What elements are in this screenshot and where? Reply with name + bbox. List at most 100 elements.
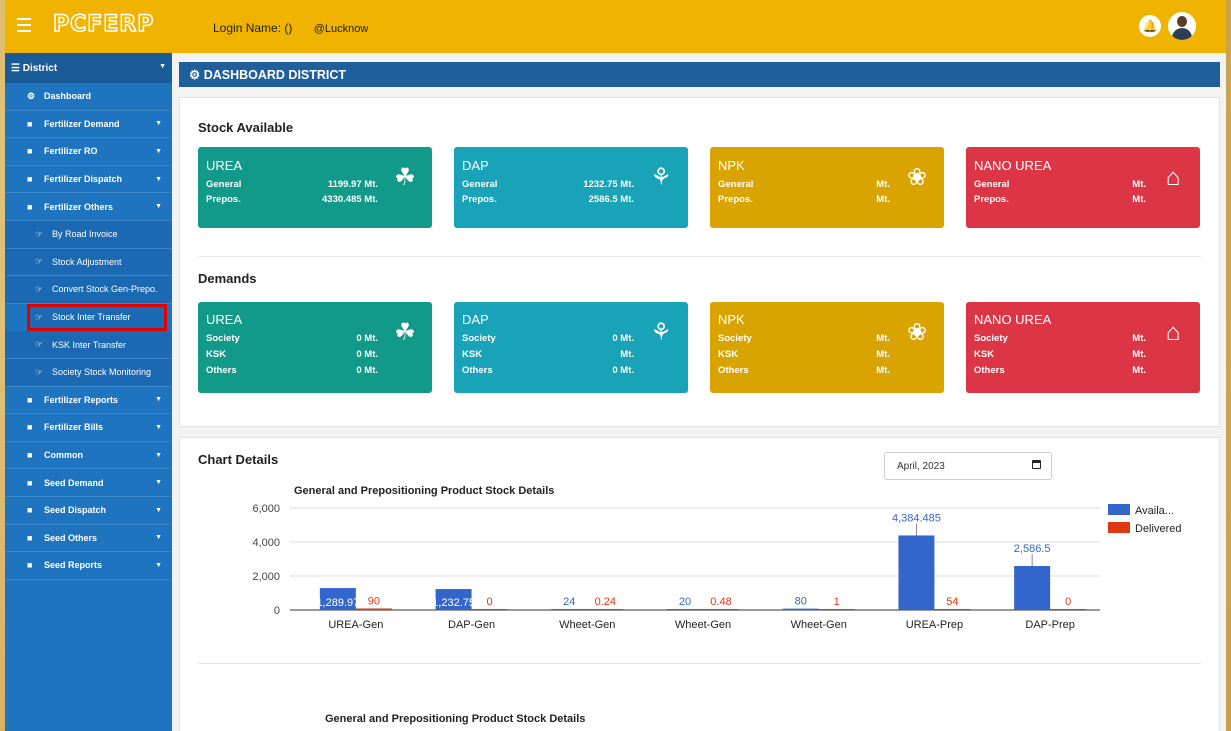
- app-logo[interactable]: PCFERP: [52, 11, 154, 38]
- menu-toggle-icon[interactable]: [17, 18, 31, 32]
- sidebar-item-seed-dispatch[interactable]: ■ Seed Dispatch ▼: [5, 497, 172, 525]
- card-row: Prepos. 2586.5 Mt.: [462, 192, 634, 207]
- silo-icon: ⌂: [1165, 319, 1181, 346]
- login-name: Login Name: (): [213, 21, 293, 35]
- card-row-label: Prepos.: [206, 194, 241, 205]
- card-row-label: Prepos.: [462, 194, 497, 205]
- data-label-available: 80: [795, 596, 807, 608]
- card-row-label: Others: [462, 365, 493, 376]
- folder-icon: ■: [27, 201, 33, 212]
- sidebar-item-society-stock-monitoring[interactable]: ☞ Society Stock Monitoring: [5, 358, 172, 387]
- bar-delivered: [1050, 609, 1087, 610]
- sidebar-item-by-road-invoice[interactable]: ☞ By Road Invoice: [5, 220, 172, 249]
- legend-label: Availa...: [1135, 505, 1174, 517]
- hand-point-icon: ☞: [35, 283, 44, 294]
- demand-card-dap[interactable]: DAP Society 0 Mt. KSK Mt. Others 0 Mt. ⚘: [454, 302, 688, 393]
- sidebar-item-label: Fertilizer Dispatch: [44, 174, 123, 185]
- demand-card-nano-urea[interactable]: NANO UREA Society Mt. KSK Mt. Others Mt. ⌂: [966, 302, 1200, 393]
- dashboard-icon: ⚙: [27, 90, 36, 101]
- sidebar-item-content: ■ Fertilizer Reports: [27, 395, 118, 405]
- sidebar-item-label: Seed Reports: [44, 560, 103, 571]
- sidebar-item-label: Seed Demand: [44, 477, 104, 488]
- silo-icon: ⌂: [1165, 164, 1181, 191]
- bell-icon[interactable]: 🔔: [1139, 15, 1161, 37]
- stock-card-nano-urea[interactable]: NANO UREA General Mt. Prepos. Mt. ⌂: [966, 147, 1200, 228]
- sidebar-item-content: ■ Fertilizer Dispatch: [27, 174, 122, 184]
- sidebar-item-common[interactable]: ■ Common ▼: [5, 442, 172, 470]
- stock-card-dap[interactable]: DAP General 1232.75 Mt. Prepos. 2586.5 Mt. ⚘: [454, 147, 688, 228]
- card-row-label: General: [974, 179, 1010, 190]
- sidebar-nav: ⚙ Dashboard ■ Fertilizer Demand ▼ ■ Fertilizer…: [5, 83, 172, 580]
- seed-bag-icon: ☘: [394, 319, 416, 346]
- dashboard-icon: ⚙: [189, 68, 201, 82]
- sidebar-item-fertilizer-reports[interactable]: ■ Fertilizer Reports ▼: [5, 387, 172, 415]
- card-row: KSK 0 Mt.: [206, 347, 378, 363]
- hand-point-icon: ☞: [35, 228, 44, 239]
- page-title: ⚙ DASHBOARD DISTRICT: [179, 62, 1220, 87]
- card-row-value: 0 Mt.: [356, 333, 378, 344]
- sidebar-item-label: Fertilizer RO: [44, 146, 98, 157]
- data-label-available: 1,289.97: [316, 597, 359, 609]
- card-row: Prepos. Mt.: [718, 192, 890, 207]
- card-row-label: Prepos.: [718, 194, 753, 205]
- sidebar-item-label: Seed Others: [44, 532, 98, 543]
- demand-card-npk[interactable]: NPK Society Mt. KSK Mt. Others Mt. ❀: [710, 302, 944, 393]
- sidebar-item-content: ☞ Convert Stock Gen-Prepo.: [35, 284, 158, 295]
- demands-title: Demands: [198, 271, 257, 286]
- stock-available-title: Stock Available: [198, 120, 294, 135]
- summary-panel: Stock Available UREA General 1199.97 Mt. Pr…: [179, 97, 1220, 427]
- sidebar-item-fertilizer-dispatch[interactable]: ■ Fertilizer Dispatch ▼: [5, 166, 172, 194]
- card-row-label: Society: [462, 333, 496, 344]
- leaf-nutrient-icon: ❀: [906, 164, 928, 191]
- card-row-label: KSK: [462, 349, 483, 360]
- sidebar-item-label: Seed Dispatch: [44, 505, 107, 516]
- bar-delivered: [934, 609, 971, 610]
- sidebar-item-fertilizer-ro[interactable]: ■ Fertilizer RO ▼: [5, 138, 172, 166]
- card-row-value: Mt.: [876, 349, 890, 360]
- sidebar-item-seed-others[interactable]: ■ Seed Others ▼: [5, 525, 172, 553]
- chevron-down-icon: ▼: [159, 63, 166, 70]
- card-row: Others 0 Mt.: [462, 363, 634, 379]
- card-row-label: Others: [718, 365, 749, 376]
- card-row: Prepos. Mt.: [974, 192, 1146, 207]
- data-label-delivered: 0: [487, 596, 493, 608]
- sidebar-item-content: ⚙ Dashboard: [27, 91, 91, 102]
- sidebar-item-stock-inter-transfer[interactable]: ☞ Stock Inter Transfer: [27, 303, 167, 332]
- sidebar-item-stock-adjustment[interactable]: ☞ Stock Adjustment: [5, 248, 172, 277]
- card-row-value: Mt.: [876, 179, 890, 190]
- stock-card-npk[interactable]: NPK General Mt. Prepos. Mt. ❀: [710, 147, 944, 228]
- stock-card-urea[interactable]: UREA General 1199.97 Mt. Prepos. 4330.485 Mt…: [198, 147, 432, 228]
- sidebar-item-content: ■ Fertilizer Demand: [27, 119, 120, 129]
- sidebar-item-seed-reports[interactable]: ■ Seed Reports ▼: [5, 552, 172, 580]
- legend-swatch-available: [1108, 504, 1130, 515]
- sidebar-item-fertilizer-others[interactable]: ■ Fertilizer Others ▼: [5, 193, 172, 221]
- sidebar-item-convert-stock-gen-prepo[interactable]: ☞ Convert Stock Gen-Prepo.: [5, 276, 172, 304]
- sidebar-item-ksk-inter-transfer[interactable]: ☞ KSK Inter Transfer: [5, 331, 172, 359]
- chevron-down-icon: ▼: [155, 534, 162, 542]
- data-label-delivered: 90: [368, 595, 380, 607]
- chevron-down-icon: ▼: [155, 396, 162, 404]
- card-row-value: Mt.: [876, 194, 890, 205]
- card-row-value: 2586.5 Mt.: [588, 194, 634, 205]
- top-bar: PCFERP Login Name: () @Lucknow 🔔: [5, 0, 1226, 53]
- sidebar-item-content: ☞ Stock Inter Transfer: [35, 312, 131, 323]
- second-chart-title: General and Prepositioning Product Stock…: [325, 713, 586, 725]
- sidebar-item-fertilizer-demand[interactable]: ■ Fertilizer Demand ▼: [5, 111, 172, 139]
- sidebar-item-dashboard[interactable]: ⚙ Dashboard: [5, 83, 172, 111]
- sidebar-header[interactable]: ☰ District ▼: [5, 53, 172, 83]
- x-tick-label: UREA-Prep: [906, 619, 963, 631]
- chart-panel: Chart Details April, 2023 General and Pr…: [179, 437, 1220, 731]
- sidebar-item-content: ☞ KSK Inter Transfer: [35, 339, 126, 350]
- sidebar-item-label: KSK Inter Transfer: [52, 339, 127, 350]
- card-row: KSK Mt.: [718, 347, 890, 363]
- demand-card-urea[interactable]: UREA Society 0 Mt. KSK 0 Mt. Others 0 Mt. ☘: [198, 302, 432, 393]
- bar-available: [551, 609, 588, 610]
- card-row: Society 0 Mt.: [462, 331, 634, 347]
- stock-bar-chart: 6,000 4,000 2,000 0 1,289.97 90 UREA-Gen 1,232.…: [252, 503, 1181, 631]
- card-row: Society 0 Mt.: [206, 331, 378, 347]
- user-avatar-icon[interactable]: [1168, 12, 1196, 40]
- sidebar-item-fertilizer-bills[interactable]: ■ Fertilizer Bills ▼: [5, 414, 172, 442]
- card-row: Others 0 Mt.: [206, 363, 378, 379]
- sidebar-item-seed-demand[interactable]: ■ Seed Demand ▼: [5, 469, 172, 497]
- sidebar-item-content: ■ Common: [27, 450, 83, 460]
